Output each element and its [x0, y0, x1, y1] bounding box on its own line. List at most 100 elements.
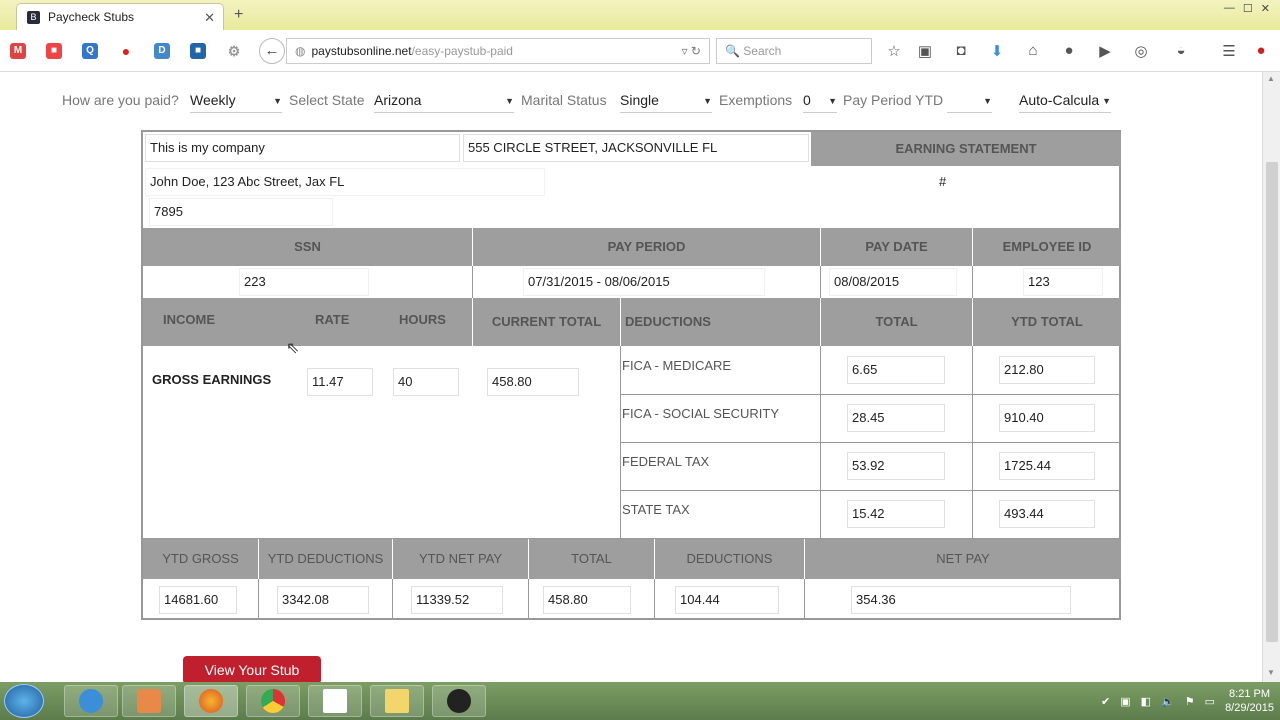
- pay-period-select[interactable]: ▼: [947, 87, 992, 113]
- youtube-icon[interactable]: ▶: [1096, 42, 1114, 60]
- auto-calc-value: Auto-Calcula: [1019, 92, 1100, 108]
- ssn-field[interactable]: 223: [239, 268, 369, 296]
- pocket-icon[interactable]: ◘: [952, 42, 970, 59]
- earning-statement-header: EARNING STATEMENT: [811, 132, 1121, 166]
- summary-deductions-field[interactable]: 104.44: [675, 586, 779, 614]
- taskbar-calculator[interactable]: [308, 685, 362, 717]
- pay-frequency-select[interactable]: Weekly ▼: [190, 87, 282, 113]
- deduction-total-field[interactable]: 15.42: [847, 500, 945, 528]
- pay-period-label: Pay Period YTD: [843, 92, 944, 108]
- clock[interactable]: 8:21 PM 8/29/2015: [1225, 687, 1274, 715]
- clock-time: 8:21 PM: [1229, 688, 1271, 700]
- divider: [972, 266, 973, 298]
- clipboard-icon[interactable]: ▣: [916, 42, 934, 60]
- rate-field[interactable]: 11.47: [307, 368, 373, 396]
- url-bar[interactable]: ◍ paystubsonline.net/easy-paystub-paid ▿…: [286, 38, 710, 64]
- state-select[interactable]: Arizona ▼: [374, 87, 514, 113]
- chat-icon[interactable]: ●: [1060, 42, 1078, 59]
- chrome-icon: [261, 689, 285, 713]
- gmail-icon[interactable]: M: [10, 43, 26, 59]
- employee-id-field[interactable]: 123: [1023, 268, 1103, 296]
- back-button[interactable]: ←: [259, 38, 285, 64]
- scroll-down-icon[interactable]: ▼: [1267, 668, 1275, 677]
- reload-icon[interactable]: ▿ ↻: [682, 44, 701, 58]
- ytd-deductions-header: YTD DEDUCTIONS: [259, 539, 392, 579]
- browser-tab[interactable]: B Paycheck Stubs ✕: [16, 3, 224, 30]
- marital-value: Single: [620, 92, 659, 108]
- chevron-down-icon: ▼: [1102, 96, 1111, 106]
- deduction-ytd-field[interactable]: 493.44: [999, 500, 1095, 528]
- map-pin-icon[interactable]: ●: [118, 43, 134, 59]
- check-number-field[interactable]: 7895: [149, 198, 333, 226]
- employee-id-header: EMPLOYEE ID: [973, 228, 1121, 266]
- ytd-net-pay-field[interactable]: 11339.52: [411, 586, 503, 614]
- taskbar-firefox[interactable]: [184, 685, 238, 717]
- addon-icon[interactable]: ●: [1252, 42, 1270, 59]
- bookmark-search-icon[interactable]: Q: [82, 43, 98, 59]
- display-icon[interactable]: ▭: [1205, 695, 1215, 708]
- marital-select[interactable]: Single ▼: [620, 87, 712, 113]
- divider: [621, 442, 1121, 443]
- taskbar-explorer[interactable]: [370, 685, 424, 717]
- docs-icon[interactable]: D: [154, 43, 170, 59]
- settings-icon[interactable]: ⚙: [226, 43, 242, 59]
- hours-field[interactable]: 40: [393, 368, 459, 396]
- deduction-total-field[interactable]: 6.65: [847, 356, 945, 384]
- bookmark-icon[interactable]: ■: [46, 43, 62, 59]
- ytd-deductions-field[interactable]: 3342.08: [277, 586, 369, 614]
- start-button[interactable]: [4, 684, 44, 718]
- scrollbar-thumb[interactable]: [1266, 162, 1278, 642]
- flag-icon[interactable]: ⚑: [1185, 695, 1195, 708]
- bookmark-app-icon[interactable]: ■: [190, 43, 206, 59]
- new-tab-icon[interactable]: +: [234, 6, 243, 24]
- scroll-up-icon[interactable]: ▲: [1267, 74, 1275, 83]
- maximize-icon[interactable]: ☐: [1243, 2, 1253, 15]
- ytd-net-pay-header: YTD NET PAY: [393, 539, 528, 579]
- page-scrollbar[interactable]: ▲ ▼: [1262, 72, 1280, 682]
- taskbar-ie[interactable]: [64, 685, 118, 717]
- network-icon[interactable]: ◧: [1141, 695, 1151, 708]
- chevron-down-icon: ▼: [983, 96, 992, 106]
- profile-icon[interactable]: ◒: [1172, 42, 1190, 59]
- clock-date: 8/29/2015: [1225, 702, 1274, 714]
- company-address-field[interactable]: 555 CIRCLE STREET, JACKSONVILLE FL: [463, 134, 809, 162]
- net-pay-field[interactable]: 354.36: [851, 586, 1071, 614]
- checkmark-icon[interactable]: ✔: [1101, 695, 1110, 708]
- company-name-field[interactable]: This is my company: [145, 134, 460, 162]
- deduction-ytd-field[interactable]: 910.40: [999, 404, 1095, 432]
- taskbar-obs[interactable]: [432, 685, 486, 717]
- close-tab-icon[interactable]: ✕: [204, 10, 215, 26]
- volume-icon[interactable]: 🔈: [1161, 695, 1175, 708]
- chevron-down-icon: ▼: [828, 96, 837, 106]
- employee-field[interactable]: John Doe, 123 Abc Street, Jax FL: [145, 168, 545, 196]
- menu-icon[interactable]: ☰: [1220, 42, 1238, 60]
- ytd-gross-field[interactable]: 14681.60: [159, 586, 237, 614]
- firefox-icon: [199, 689, 223, 713]
- pay-frequency-value: Weekly: [190, 92, 236, 108]
- deduction-ytd-field[interactable]: 1725.44: [999, 452, 1095, 480]
- summary-total-field[interactable]: 458.80: [543, 586, 631, 614]
- pay-date-field[interactable]: 08/08/2015: [829, 268, 957, 296]
- search-input[interactable]: 🔍 Search: [716, 38, 872, 64]
- deduction-total-field[interactable]: 28.45: [847, 404, 945, 432]
- exemptions-select[interactable]: 0 ▼: [803, 87, 837, 113]
- taskbar-media[interactable]: [122, 685, 176, 717]
- home-icon[interactable]: ⌂: [1024, 42, 1042, 59]
- deduction-total-field[interactable]: 53.92: [847, 452, 945, 480]
- tray-app-icon[interactable]: ▣: [1120, 695, 1130, 708]
- download-icon[interactable]: ⬇: [988, 42, 1006, 60]
- ytd-total-header: YTD TOTAL: [973, 298, 1121, 346]
- taskbar-chrome[interactable]: [246, 685, 300, 717]
- extension-icon[interactable]: ◎: [1132, 42, 1150, 60]
- url-path: /easy-paystub-paid: [411, 44, 513, 58]
- current-total-field[interactable]: 458.80: [487, 368, 579, 396]
- view-stub-button[interactable]: View Your Stub: [183, 656, 321, 682]
- star-icon[interactable]: ☆: [885, 42, 903, 60]
- deduction-ytd-field[interactable]: 212.80: [999, 356, 1095, 384]
- auto-calc-select[interactable]: Auto-Calcula ▼: [1019, 87, 1111, 113]
- browser-toolbar: M ■ Q ● D ■ ⚙ ← ◍ paystubsonline.net/eas…: [0, 30, 1280, 72]
- pay-period-field[interactable]: 07/31/2015 - 08/06/2015: [523, 268, 765, 296]
- minimize-icon[interactable]: —: [1224, 2, 1235, 15]
- pay-period-header: PAY PERIOD: [473, 228, 820, 266]
- close-window-icon[interactable]: ✕: [1261, 2, 1270, 15]
